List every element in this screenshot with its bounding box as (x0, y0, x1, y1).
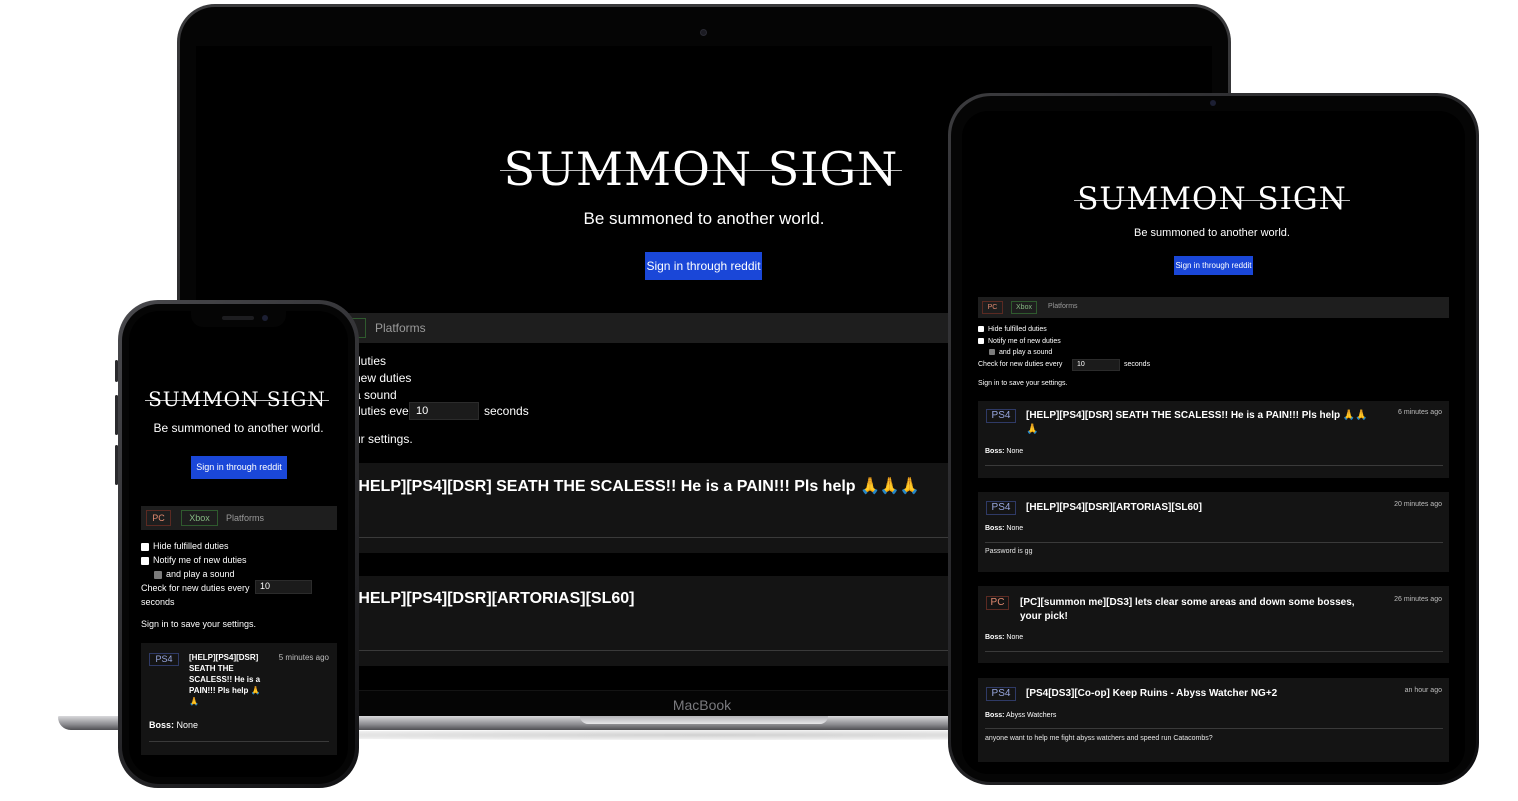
boss-value: None (1006, 634, 1024, 641)
duty-boss: Boss: None (985, 525, 1023, 532)
boss-value: None (1006, 448, 1024, 455)
sign-in-reddit-button[interactable]: Sign in through reddit (191, 456, 287, 479)
play-sound-label: and play a sound (166, 569, 235, 579)
phone-speaker-icon (222, 316, 254, 320)
platform-tag-pc[interactable]: PC (146, 510, 171, 526)
platforms-label: Platforms (226, 513, 265, 523)
play-sound-checkbox[interactable] (989, 349, 995, 356)
card-divider (149, 741, 329, 742)
tagline: Be summoned to another world. (1134, 227, 1290, 239)
phone-camera-icon (262, 315, 268, 321)
duty-title[interactable]: [HELP][PS4][DSR] SEATH THE SCALESS!! He … (1026, 409, 1376, 437)
card-divider (985, 465, 1443, 466)
duty-title[interactable]: [HELP][PS4][DSR][ARTORIAS][SL60] (353, 590, 634, 608)
tagline: Be summoned to another world. (153, 421, 324, 435)
notify-setting[interactable]: Notify me of new duties (141, 555, 247, 565)
notify-label: Notify me of new duties (153, 555, 247, 565)
duty-title[interactable]: [HELP][PS4][DSR] SEATH THE SCALESS!! He … (189, 652, 269, 707)
sign-in-reddit-button[interactable]: Sign in through reddit (1174, 256, 1253, 275)
boss-value: Abyss Watchers (1006, 712, 1057, 719)
duty-description: anyone want to help me fight abyss watch… (985, 735, 1213, 742)
notify-checkbox[interactable] (978, 338, 984, 345)
hide-fulfilled-label: Hide fulfilled duties (988, 326, 1047, 333)
platforms-label: Platforms (375, 321, 426, 335)
duty-title[interactable]: [HELP][PS4][DSR] SEATH THE SCALESS!! He … (353, 476, 920, 496)
duty-time: 6 minutes ago (1398, 409, 1442, 416)
play-sound-setting[interactable]: and play a sound (989, 349, 1052, 356)
duty-time: 20 minutes ago (1394, 501, 1442, 508)
site-logo: SUMMON SIGN (148, 387, 326, 411)
hide-fulfilled-setting[interactable]: Hide fulfilled duties (141, 541, 229, 551)
platform-tag-ps4: PS4 (986, 687, 1016, 701)
laptop-camera-icon (700, 29, 707, 36)
duty-title[interactable]: [PC][summon me][DS3] lets clear some are… (1020, 596, 1360, 624)
platform-tag-pc: PC (986, 596, 1009, 610)
boss-label: Boss: (985, 448, 1005, 455)
duty-time: an hour ago (1404, 687, 1442, 694)
card-divider (985, 651, 1443, 652)
check-interval-input[interactable]: 10 (255, 580, 312, 594)
save-settings-note: ur settings. (354, 432, 413, 446)
sign-in-reddit-button[interactable]: Sign in through reddit (645, 252, 762, 280)
hide-fulfilled-checkbox[interactable] (141, 542, 149, 551)
platforms-label: Platforms (1048, 303, 1078, 310)
tablet-screen: SUMMON SIGN Be summoned to another world… (962, 111, 1465, 774)
boss-value: None (176, 720, 199, 730)
notify-label: Notify me of new duties (988, 338, 1061, 345)
notify-setting[interactable]: Notify me of new duties (978, 338, 1061, 345)
boss-label: Boss: (985, 712, 1005, 719)
check-interval-input[interactable]: 10 (1072, 359, 1120, 371)
duty-time: 26 minutes ago (1394, 596, 1442, 603)
card-divider (985, 728, 1443, 729)
phone-screen: SUMMON SIGN Be summoned to another world… (129, 311, 348, 777)
platform-tag-xbox[interactable]: Xbox (1011, 301, 1037, 314)
tablet-camera-icon (1210, 100, 1216, 106)
notify-checkbox[interactable] (141, 556, 149, 565)
boss-label: Boss: (985, 525, 1005, 532)
platform-tag-pc[interactable]: PC (982, 301, 1003, 314)
laptop-hinge-notch (580, 716, 828, 724)
duty-boss: Boss: None (985, 448, 1023, 455)
play-sound-label: and play a sound (999, 349, 1053, 356)
play-sound-setting[interactable]: and play a sound (154, 569, 235, 579)
site-logo: SUMMON SIGN (503, 142, 899, 196)
duty-boss: Boss: Abyss Watchers (985, 712, 1056, 719)
play-sound-setting[interactable]: a sound (354, 388, 397, 402)
platform-tag-ps4: PS4 (149, 653, 179, 666)
save-settings-note: Sign in to save your settings. (141, 619, 257, 629)
duty-boss: Boss: None (149, 720, 198, 730)
duty-title[interactable]: [PS4[DS3][Co-op] Keep Ruins - Abyss Watc… (1026, 687, 1356, 701)
duty-time: 5 minutes ago (278, 653, 329, 662)
check-interval-unit: seconds (484, 404, 529, 418)
check-interval-label: Check for new duties every (141, 583, 250, 593)
check-interval-input[interactable]: 10 (409, 402, 479, 420)
save-settings-note: Sign in to save your settings. (978, 380, 1068, 387)
device-mockup-showcase: SUMMON SIGN Be summoned to another world… (0, 0, 1518, 801)
tagline: Be summoned to another world. (583, 209, 825, 228)
hide-fulfilled-setting[interactable]: Hide fulfilled duties (978, 326, 1047, 333)
site-logo: SUMMON SIGN (1077, 181, 1347, 217)
boss-value: None (1006, 525, 1024, 532)
duty-boss: Boss: None (985, 634, 1023, 641)
hide-fulfilled-label: Hide fulfilled duties (153, 541, 229, 551)
check-interval-label: Check for new duties every (978, 361, 1063, 368)
notify-setting[interactable]: new duties (354, 371, 411, 385)
boss-label: Boss: (149, 720, 175, 730)
card-divider (985, 542, 1443, 543)
duty-description: Password is gg (985, 548, 1033, 555)
hide-fulfilled-checkbox[interactable] (978, 326, 984, 333)
check-interval-unit: seconds (141, 597, 175, 607)
card-divider (354, 650, 954, 651)
laptop-brand-label: MacBook (672, 697, 732, 713)
platform-tag-ps4: PS4 (986, 501, 1016, 515)
boss-label: Boss: (985, 634, 1005, 641)
card-divider (354, 537, 954, 538)
check-interval-unit: seconds (1124, 361, 1151, 368)
platform-tag-ps4: PS4 (986, 409, 1016, 423)
play-sound-checkbox[interactable] (154, 570, 162, 579)
platform-tag-xbox[interactable]: Xbox (181, 510, 218, 526)
duty-title[interactable]: [HELP][PS4][DSR][ARTORIAS][SL60] (1026, 501, 1356, 515)
